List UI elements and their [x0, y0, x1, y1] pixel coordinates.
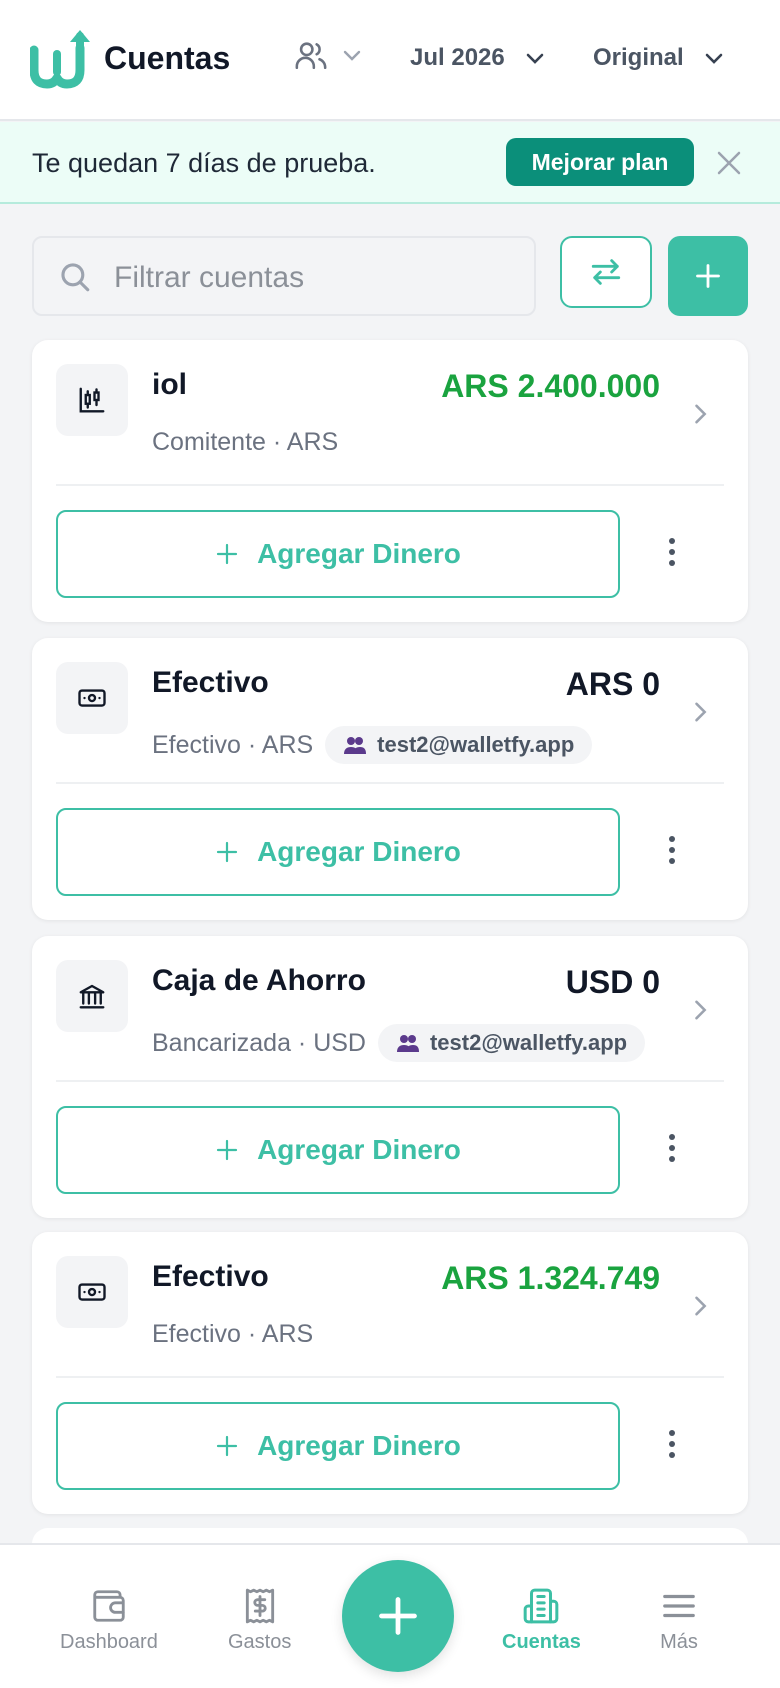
account-subtitle: Efectivo · ARS — [152, 1320, 313, 1349]
divider — [56, 484, 724, 486]
nav-dashboard-label: Dashboard — [60, 1631, 158, 1653]
account-name: Efectivo — [152, 666, 269, 699]
banknote-icon — [56, 662, 128, 734]
more-vertical-icon[interactable] — [660, 1428, 684, 1460]
shared-with-badge: test2@walletfy.app — [377, 1024, 646, 1062]
wallet-icon — [93, 1590, 125, 1622]
menu-icon — [663, 1594, 695, 1618]
trial-banner: Te quedan 7 días de prueba. Mejorar plan — [0, 122, 780, 204]
add-money-button[interactable]: Agregar Dinero — [56, 1106, 620, 1194]
chevron-down-icon — [343, 50, 361, 61]
chevron-right-icon[interactable] — [686, 698, 714, 726]
plus-icon — [216, 1435, 238, 1457]
add-money-button[interactable]: Agregar Dinero — [56, 808, 620, 896]
account-balance: ARS 2.400.000 — [441, 368, 660, 404]
users-icon — [295, 42, 327, 70]
account-card[interactable]: Efectivo Efectivo · ARS test2@walletfy.a… — [32, 638, 748, 920]
receipt-icon — [245, 1588, 274, 1624]
nav-cuentas-label: Cuentas — [502, 1631, 581, 1653]
add-money-button[interactable]: Agregar Dinero — [56, 510, 620, 598]
nav-dashboard[interactable]: Dashboard — [60, 1587, 158, 1654]
plus-icon — [216, 841, 238, 863]
account-card[interactable]: Efectivo Efectivo · ARS ARS 1.324.749 Ag… — [32, 1232, 748, 1514]
divider — [56, 1376, 724, 1378]
app-header: Cuentas Jul 2026 Original — [0, 0, 780, 121]
add-transaction-button[interactable] — [342, 1560, 454, 1672]
add-money-label: Agregar Dinero — [257, 1430, 461, 1461]
month-label: Jul 2026 — [410, 44, 505, 71]
chevron-right-icon[interactable] — [686, 400, 714, 428]
close-icon[interactable] — [714, 148, 744, 178]
nav-cuentas[interactable]: Cuentas — [502, 1587, 581, 1654]
add-account-button[interactable] — [668, 236, 748, 316]
nav-mas[interactable]: Más — [660, 1587, 698, 1654]
plus-icon — [696, 264, 720, 288]
account-type: Efectivo · ARS — [152, 730, 314, 759]
shared-users-icon — [396, 1035, 419, 1052]
search-box — [32, 236, 536, 316]
account-name: Efectivo — [152, 1260, 269, 1293]
currency-view-label: Original — [593, 44, 684, 71]
shared-with-badge: test2@walletfy.app — [325, 726, 593, 764]
nav-mas-label: Más — [660, 1631, 698, 1653]
add-money-label: Agregar Dinero — [257, 1134, 461, 1165]
chevron-right-icon[interactable] — [686, 1292, 714, 1320]
more-vertical-icon[interactable] — [660, 1132, 684, 1164]
bank-icon — [56, 960, 128, 1032]
candlestick-chart-icon — [56, 364, 128, 436]
currency-view-selector[interactable]: Original — [593, 44, 726, 72]
page-title: Cuentas — [104, 40, 231, 76]
chevron-right-icon[interactable] — [686, 996, 714, 1024]
account-subtitle: Comitente · ARS — [152, 428, 338, 457]
account-card[interactable]: Caja de Ahorro Bancarizada · USD test2@w… — [32, 936, 748, 1218]
chevron-down-icon — [705, 53, 722, 64]
more-vertical-icon[interactable] — [660, 834, 684, 866]
account-balance: ARS 1.324.749 — [441, 1260, 660, 1296]
shared-with-email: test2@walletfy.app — [377, 732, 575, 757]
add-money-label: Agregar Dinero — [257, 538, 461, 569]
app-logo — [30, 30, 90, 89]
shared-users-icon — [344, 737, 367, 754]
account-subtitle: Bancarizada · USD test2@walletfy.app — [152, 1024, 646, 1062]
nav-gastos-label: Gastos — [228, 1631, 292, 1653]
transfer-button[interactable] — [560, 236, 652, 308]
month-selector[interactable]: Jul 2026 — [410, 44, 547, 72]
divider — [56, 782, 724, 784]
account-name: iol — [152, 368, 187, 401]
search-icon — [61, 263, 90, 292]
account-name: Caja de Ahorro — [152, 964, 366, 997]
divider — [56, 1080, 724, 1082]
account-card[interactable]: iol Comitente · ARS ARS 2.400.000 Agrega… — [32, 340, 748, 622]
account-balance: USD 0 — [565, 964, 660, 1000]
building-icon — [524, 1588, 559, 1624]
more-vertical-icon[interactable] — [660, 536, 684, 568]
account-type: Bancarizada · USD — [152, 1028, 366, 1057]
nav-gastos[interactable]: Gastos — [228, 1587, 291, 1654]
account-type: Efectivo · ARS — [152, 1320, 314, 1348]
plus-icon — [216, 543, 238, 565]
search-input[interactable] — [114, 258, 514, 298]
group-selector[interactable] — [294, 38, 364, 72]
add-money-label: Agregar Dinero — [257, 836, 461, 867]
account-type: Comitente · ARS — [152, 428, 339, 456]
banknote-icon — [56, 1256, 128, 1328]
trial-text: Te quedan 7 días de prueba. — [32, 148, 376, 178]
account-balance: ARS 0 — [565, 666, 660, 702]
transfer-arrows-icon — [591, 259, 621, 285]
shared-with-email: test2@walletfy.app — [429, 1030, 628, 1055]
chevron-down-icon — [526, 53, 544, 64]
plus-icon — [379, 1597, 417, 1635]
account-subtitle: Efectivo · ARS test2@walletfy.app — [152, 726, 593, 764]
add-money-button[interactable]: Agregar Dinero — [56, 1402, 620, 1490]
plus-icon — [216, 1139, 238, 1161]
upgrade-plan-button[interactable]: Mejorar plan — [506, 138, 694, 186]
